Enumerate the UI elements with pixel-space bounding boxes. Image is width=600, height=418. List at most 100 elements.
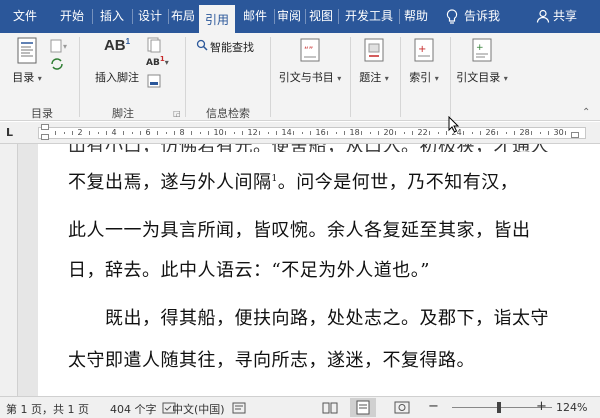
share-button[interactable]: 共享 <box>553 0 585 33</box>
tab-mailings[interactable]: 邮件 <box>237 0 273 33</box>
tab-selector-icon[interactable]: L <box>6 126 13 139</box>
index-button[interactable]: + 索引 ▾ <box>405 37 443 85</box>
table-of-contents-icon <box>16 37 38 65</box>
ruler-tick <box>531 131 532 135</box>
ruler-tick <box>242 131 243 135</box>
web-layout-icon[interactable] <box>394 401 410 417</box>
hanging-indent-marker[interactable] <box>41 134 49 140</box>
table-of-authorities-button[interactable]: + 引文目录 ▾ <box>455 37 509 85</box>
smart-lookup-button[interactable]: 智能查找 <box>210 39 266 55</box>
ruler-tick <box>106 131 107 135</box>
next-footnote-icon[interactable]: AB1▾ <box>146 55 169 68</box>
language[interactable]: 中文(中国) <box>172 401 225 417</box>
ruler-tick <box>429 131 430 135</box>
tab-developer[interactable]: 开发工具 <box>340 0 398 33</box>
update-table-icon[interactable] <box>50 57 64 74</box>
ruler-tick <box>403 132 405 134</box>
svg-text:▾: ▾ <box>63 42 67 51</box>
zoom-slider-thumb[interactable] <box>497 402 501 413</box>
ribbon-tab-bar: 文件 开始 插入 设计 布局 引用 邮件 审阅 视图 开发工具 帮助 告诉我 共… <box>0 0 600 33</box>
ruler-tick <box>191 131 192 135</box>
ruler-tick <box>327 131 328 135</box>
ruler-number: 22 <box>417 128 428 137</box>
ruler-tick <box>446 131 447 135</box>
svg-text:+: + <box>476 43 484 53</box>
document-line: 此人一一为具言所闻，皆叹惋。余人各复延至其家，皆出 <box>68 220 531 241</box>
group-label-footnotes: 脚注 <box>112 107 134 120</box>
ruler-tick <box>505 132 507 134</box>
svg-text:+: + <box>418 44 426 55</box>
collapse-ribbon-icon[interactable]: ⌃ <box>582 107 590 118</box>
add-text-icon[interactable]: ▾ <box>50 39 74 56</box>
insert-footnote-button[interactable]: AB1 插入脚注 <box>90 37 144 85</box>
ruler-tick <box>437 132 439 134</box>
smart-lookup-icon <box>196 39 208 54</box>
insert-endnote-icon[interactable] <box>146 37 162 56</box>
tab-home[interactable]: 开始 <box>54 0 90 33</box>
ruler-tick <box>369 132 371 134</box>
document-line: 既出，得其船，便扶向路，处处志之。及郡下，诣太守 <box>68 308 549 329</box>
tab-design[interactable]: 设计 <box>133 0 167 33</box>
dialog-launcher-icon[interactable]: ◲ <box>173 109 181 118</box>
ruler-tick <box>514 131 515 135</box>
ruler-tick <box>548 131 549 135</box>
tab-view[interactable]: 视图 <box>305 0 337 33</box>
ruler-number: 16 <box>315 128 326 137</box>
right-indent-marker[interactable] <box>571 132 579 138</box>
ruler-tick <box>480 131 481 135</box>
ruler-tick <box>123 131 124 135</box>
document-line: 太守即遣人随其往，寻向所志，遂迷，不复得路。 <box>68 350 475 371</box>
first-line-indent-marker[interactable] <box>41 124 49 130</box>
zoom-level[interactable]: 124% <box>556 401 587 414</box>
caption-icon <box>362 37 386 65</box>
page-count[interactable]: 第 1 页，共 1 页 <box>6 401 89 417</box>
ruler-tick <box>89 131 90 135</box>
document-line: 不复出焉，遂与外人间隔1。问今是何世，乃不知有汉， <box>68 172 519 193</box>
horizontal-ruler[interactable]: L 2 4 6 8 10 12 14 16 18 20 22 24 26 28 30 <box>0 122 600 144</box>
read-mode-icon[interactable] <box>322 401 338 417</box>
document-area[interactable]: 山有小口，仿佛若有光。便舍船，从口入。初极狭，才通人 不复出焉，遂与外人间隔1。… <box>18 144 600 396</box>
ruler-tick <box>293 131 294 135</box>
tab-help[interactable]: 帮助 <box>399 0 433 33</box>
document-line: 日，辞去。此中人语云：“不足为外人道也。” <box>68 260 430 281</box>
document-page[interactable]: 山有小口，仿佛若有光。便舍船，从口入。初极狭，才通人 不复出焉，遂与外人间隔1。… <box>38 144 600 396</box>
ruler-number: 30 <box>553 128 564 137</box>
ruler-number: 8 <box>179 128 185 137</box>
word-count[interactable]: 404 个字 <box>110 401 157 417</box>
ruler-number: 18 <box>349 128 360 137</box>
svg-text:“”: “” <box>304 46 313 56</box>
zoom-in-button[interactable]: + <box>536 399 547 414</box>
toc-button[interactable]: 目录 ▾ <box>10 37 44 85</box>
ruler-tick <box>344 131 345 135</box>
person-icon <box>536 9 550 23</box>
ruler-tick <box>565 131 566 135</box>
ruler-tick <box>208 131 209 135</box>
tab-layout[interactable]: 布局 <box>168 0 198 33</box>
tab-references[interactable]: 引用 <box>199 3 235 33</box>
show-notes-icon[interactable] <box>146 73 162 92</box>
ruler-tick <box>497 131 498 135</box>
citations-button[interactable]: “” 引文与书目 ▾ <box>278 37 342 85</box>
ruler-number: 6 <box>145 128 151 137</box>
ruler-tick <box>131 132 133 134</box>
ruler-number: 10 <box>213 128 224 137</box>
footnote-icon: AB1 <box>103 37 131 54</box>
ruler-tick <box>267 132 269 134</box>
tab-review[interactable]: 审阅 <box>274 0 304 33</box>
ruler-tick <box>539 132 541 134</box>
tab-insert[interactable]: 插入 <box>94 0 130 33</box>
accessibility-icon[interactable] <box>232 402 246 417</box>
captions-button[interactable]: 题注 ▾ <box>356 37 392 85</box>
index-icon: + <box>412 37 436 65</box>
ruler-track: 2 4 6 8 10 12 14 16 18 20 22 24 26 28 30 <box>38 124 586 140</box>
tell-me-box[interactable]: 告诉我 <box>464 0 510 33</box>
zoom-out-button[interactable]: − <box>428 399 439 414</box>
ruler-number: 28 <box>519 128 530 137</box>
print-layout-icon[interactable] <box>350 398 376 417</box>
authorities-icon: + <box>470 37 494 65</box>
vertical-ruler[interactable] <box>0 144 18 396</box>
tab-file[interactable]: 文件 <box>4 0 46 33</box>
status-bar: 第 1 页，共 1 页 404 个字 中文(中国) − + 124% <box>0 396 600 418</box>
ruler-tick <box>225 131 226 135</box>
ruler-tick <box>63 132 65 134</box>
